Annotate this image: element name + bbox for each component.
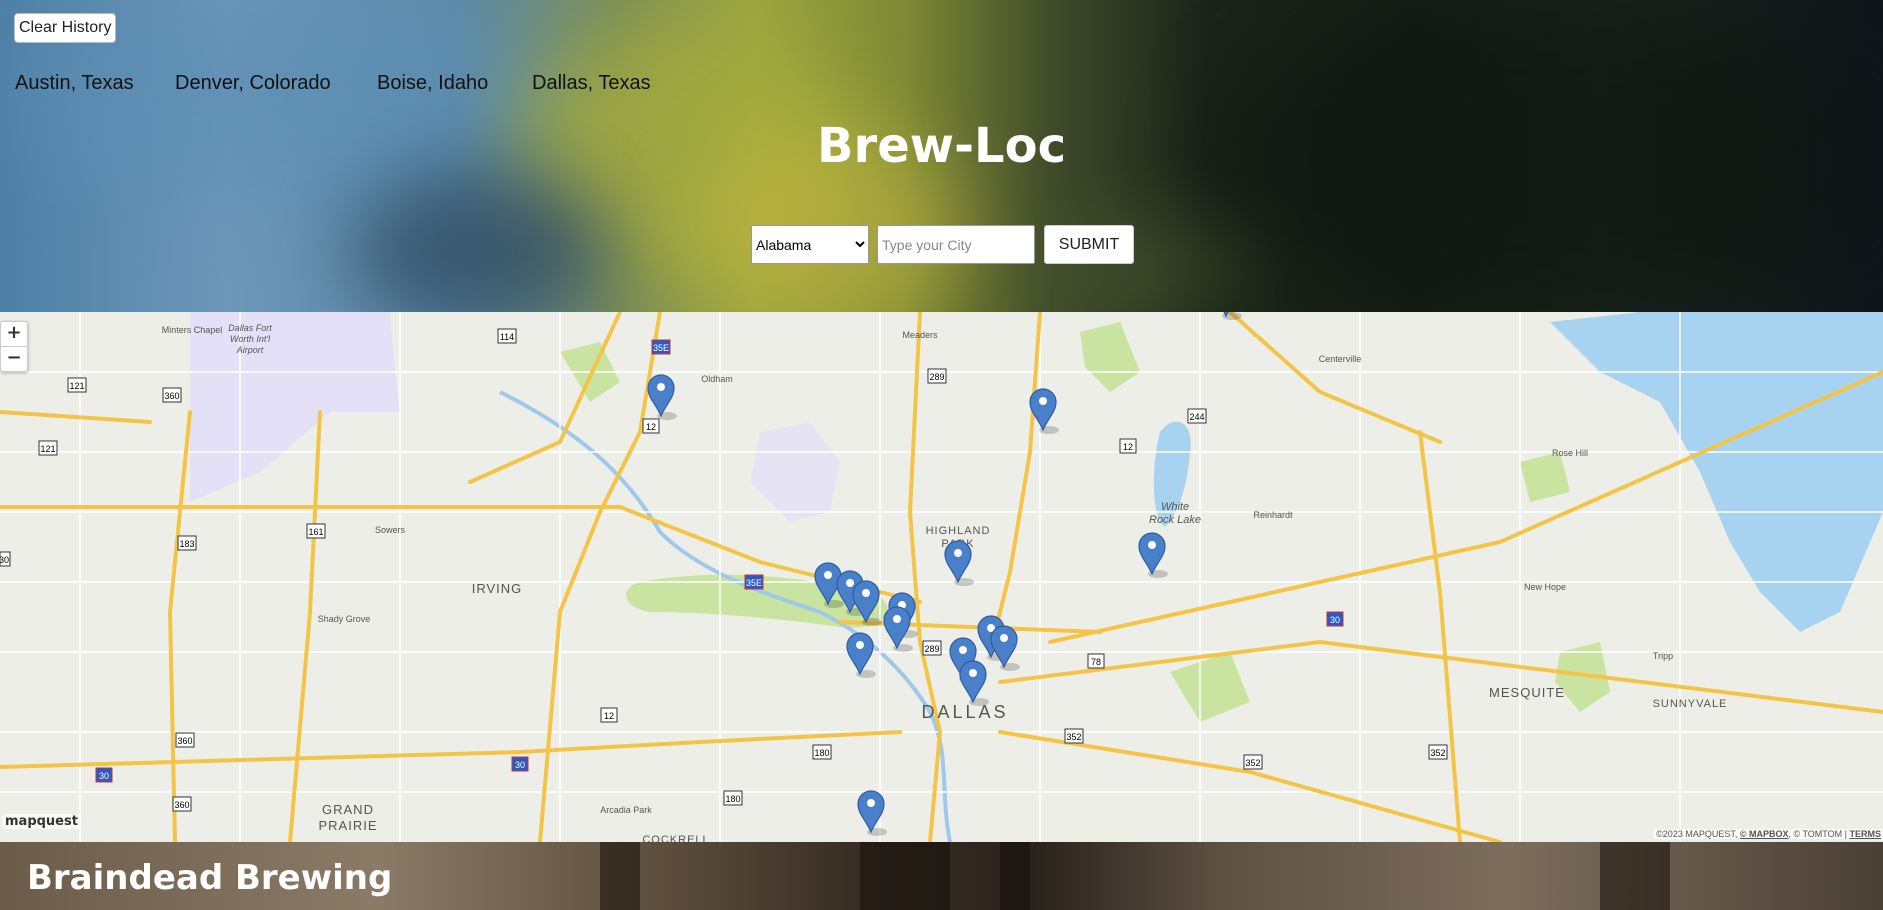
svg-text:White: White bbox=[1161, 501, 1189, 513]
bg-streak bbox=[600, 842, 640, 910]
attribution-tomtom: , © TOMTOM | bbox=[1788, 829, 1847, 839]
svg-text:Arcadia Park: Arcadia Park bbox=[600, 805, 652, 815]
svg-text:Meaders: Meaders bbox=[902, 330, 938, 340]
svg-text:30: 30 bbox=[0, 555, 9, 565]
svg-text:352: 352 bbox=[1430, 748, 1445, 758]
park-area bbox=[1520, 452, 1570, 502]
bg-streak bbox=[1000, 842, 1030, 910]
mapbox-link[interactable]: © MAPBOX bbox=[1740, 829, 1789, 839]
svg-text:PRAIRIE: PRAIRIE bbox=[318, 818, 377, 833]
map-attribution: ©2023 MAPQUEST, © MAPBOX, © TOMTOM | TER… bbox=[1654, 829, 1883, 839]
svg-text:78: 78 bbox=[1091, 657, 1101, 667]
svg-text:35E: 35E bbox=[653, 343, 669, 353]
svg-text:30: 30 bbox=[99, 771, 109, 781]
svg-text:Worth Int'l: Worth Int'l bbox=[230, 334, 271, 344]
airfield-area bbox=[750, 422, 840, 522]
attribution-copyright: ©2023 MAPQUEST, bbox=[1656, 829, 1738, 839]
svg-text:Airport: Airport bbox=[236, 345, 264, 355]
bg-streak bbox=[1600, 842, 1670, 910]
hero-banner: Clear History Austin, Texas Denver, Colo… bbox=[0, 0, 1883, 312]
brewery-name: Braindead Brewing bbox=[27, 858, 393, 898]
zoom-control: + − bbox=[0, 321, 28, 372]
svg-text:SUNNYVALE: SUNNYVALE bbox=[1653, 698, 1728, 710]
map-canvas[interactable]: 114 35E 289 244 121 360 12 12 121 161 18… bbox=[0, 312, 1883, 842]
mapquest-logo[interactable]: mapquest bbox=[2, 814, 81, 829]
svg-text:Tripp: Tripp bbox=[1653, 651, 1673, 661]
map-marker[interactable] bbox=[944, 540, 975, 587]
svg-text:360: 360 bbox=[174, 800, 189, 810]
bg-streak bbox=[860, 842, 950, 910]
svg-text:12: 12 bbox=[646, 422, 656, 432]
svg-text:Reinhardt: Reinhardt bbox=[1253, 510, 1293, 520]
map-marker[interactable] bbox=[1029, 388, 1060, 435]
map-marker[interactable] bbox=[647, 374, 678, 421]
svg-text:Sowers: Sowers bbox=[375, 525, 406, 535]
city-input[interactable] bbox=[877, 225, 1035, 264]
svg-text:180: 180 bbox=[725, 794, 740, 804]
svg-text:30: 30 bbox=[1330, 615, 1340, 625]
svg-text:Centerville: Centerville bbox=[1319, 354, 1362, 364]
zoom-out-button[interactable]: − bbox=[1, 347, 27, 371]
svg-text:HIGHLAND: HIGHLAND bbox=[926, 525, 991, 537]
svg-text:30: 30 bbox=[515, 760, 525, 770]
svg-text:Rock Lake: Rock Lake bbox=[1149, 514, 1201, 526]
svg-text:Oldham: Oldham bbox=[701, 374, 733, 384]
svg-text:Dallas Fort: Dallas Fort bbox=[228, 323, 272, 333]
map-marker[interactable] bbox=[1138, 532, 1169, 579]
svg-text:244: 244 bbox=[1189, 412, 1204, 422]
svg-text:DALLAS: DALLAS bbox=[921, 702, 1008, 722]
svg-text:Minters Chapel: Minters Chapel bbox=[162, 325, 223, 335]
svg-text:12: 12 bbox=[1123, 442, 1133, 452]
svg-text:121: 121 bbox=[40, 444, 55, 454]
svg-text:COCKRELL: COCKRELL bbox=[642, 834, 709, 842]
map-marker[interactable] bbox=[846, 632, 877, 679]
svg-text:289: 289 bbox=[924, 644, 939, 654]
svg-text:183: 183 bbox=[179, 539, 194, 549]
map-marker[interactable] bbox=[959, 660, 990, 707]
clear-history-button[interactable]: Clear History bbox=[14, 13, 117, 43]
map-marker[interactable] bbox=[1212, 312, 1243, 321]
submit-button[interactable]: SUBMIT bbox=[1044, 225, 1134, 264]
lake-ray-hubbard bbox=[1550, 312, 1883, 632]
svg-text:GRAND: GRAND bbox=[322, 802, 374, 817]
svg-text:121: 121 bbox=[69, 381, 84, 391]
svg-text:114: 114 bbox=[500, 332, 514, 342]
svg-text:161: 161 bbox=[308, 527, 323, 537]
svg-text:IRVING: IRVING bbox=[472, 581, 523, 596]
svg-text:12: 12 bbox=[604, 711, 614, 721]
svg-text:352: 352 bbox=[1066, 732, 1081, 742]
history-item-denver[interactable]: Denver, Colorado bbox=[175, 72, 331, 95]
svg-text:New Hope: New Hope bbox=[1524, 582, 1566, 592]
svg-text:Rose Hill: Rose Hill bbox=[1552, 448, 1588, 458]
history-item-austin[interactable]: Austin, Texas bbox=[15, 72, 134, 95]
brewery-card: Braindead Brewing bbox=[0, 842, 1883, 910]
svg-text:MESQUITE: MESQUITE bbox=[1489, 685, 1565, 700]
map-marker[interactable] bbox=[857, 790, 888, 837]
map-marker[interactable] bbox=[883, 606, 914, 653]
history-item-boise[interactable]: Boise, Idaho bbox=[377, 72, 488, 95]
park-area bbox=[1170, 652, 1250, 722]
svg-text:35E: 35E bbox=[746, 578, 762, 588]
history-item-dallas[interactable]: Dallas, Texas bbox=[532, 72, 651, 95]
svg-text:352: 352 bbox=[1245, 758, 1260, 768]
terms-link[interactable]: TERMS bbox=[1850, 829, 1882, 839]
svg-text:Shady Grove: Shady Grove bbox=[318, 614, 371, 624]
park-area bbox=[1080, 322, 1140, 392]
map-container[interactable]: 114 35E 289 244 121 360 12 12 121 161 18… bbox=[0, 312, 1883, 842]
svg-text:289: 289 bbox=[929, 372, 944, 382]
svg-text:360: 360 bbox=[164, 391, 179, 401]
page-title: Brew-Loc bbox=[816, 118, 1067, 174]
svg-text:360: 360 bbox=[177, 736, 192, 746]
map-marker[interactable] bbox=[990, 625, 1021, 672]
state-select[interactable]: Alabama bbox=[751, 225, 869, 264]
svg-text:180: 180 bbox=[814, 748, 829, 758]
zoom-in-button[interactable]: + bbox=[1, 322, 27, 347]
